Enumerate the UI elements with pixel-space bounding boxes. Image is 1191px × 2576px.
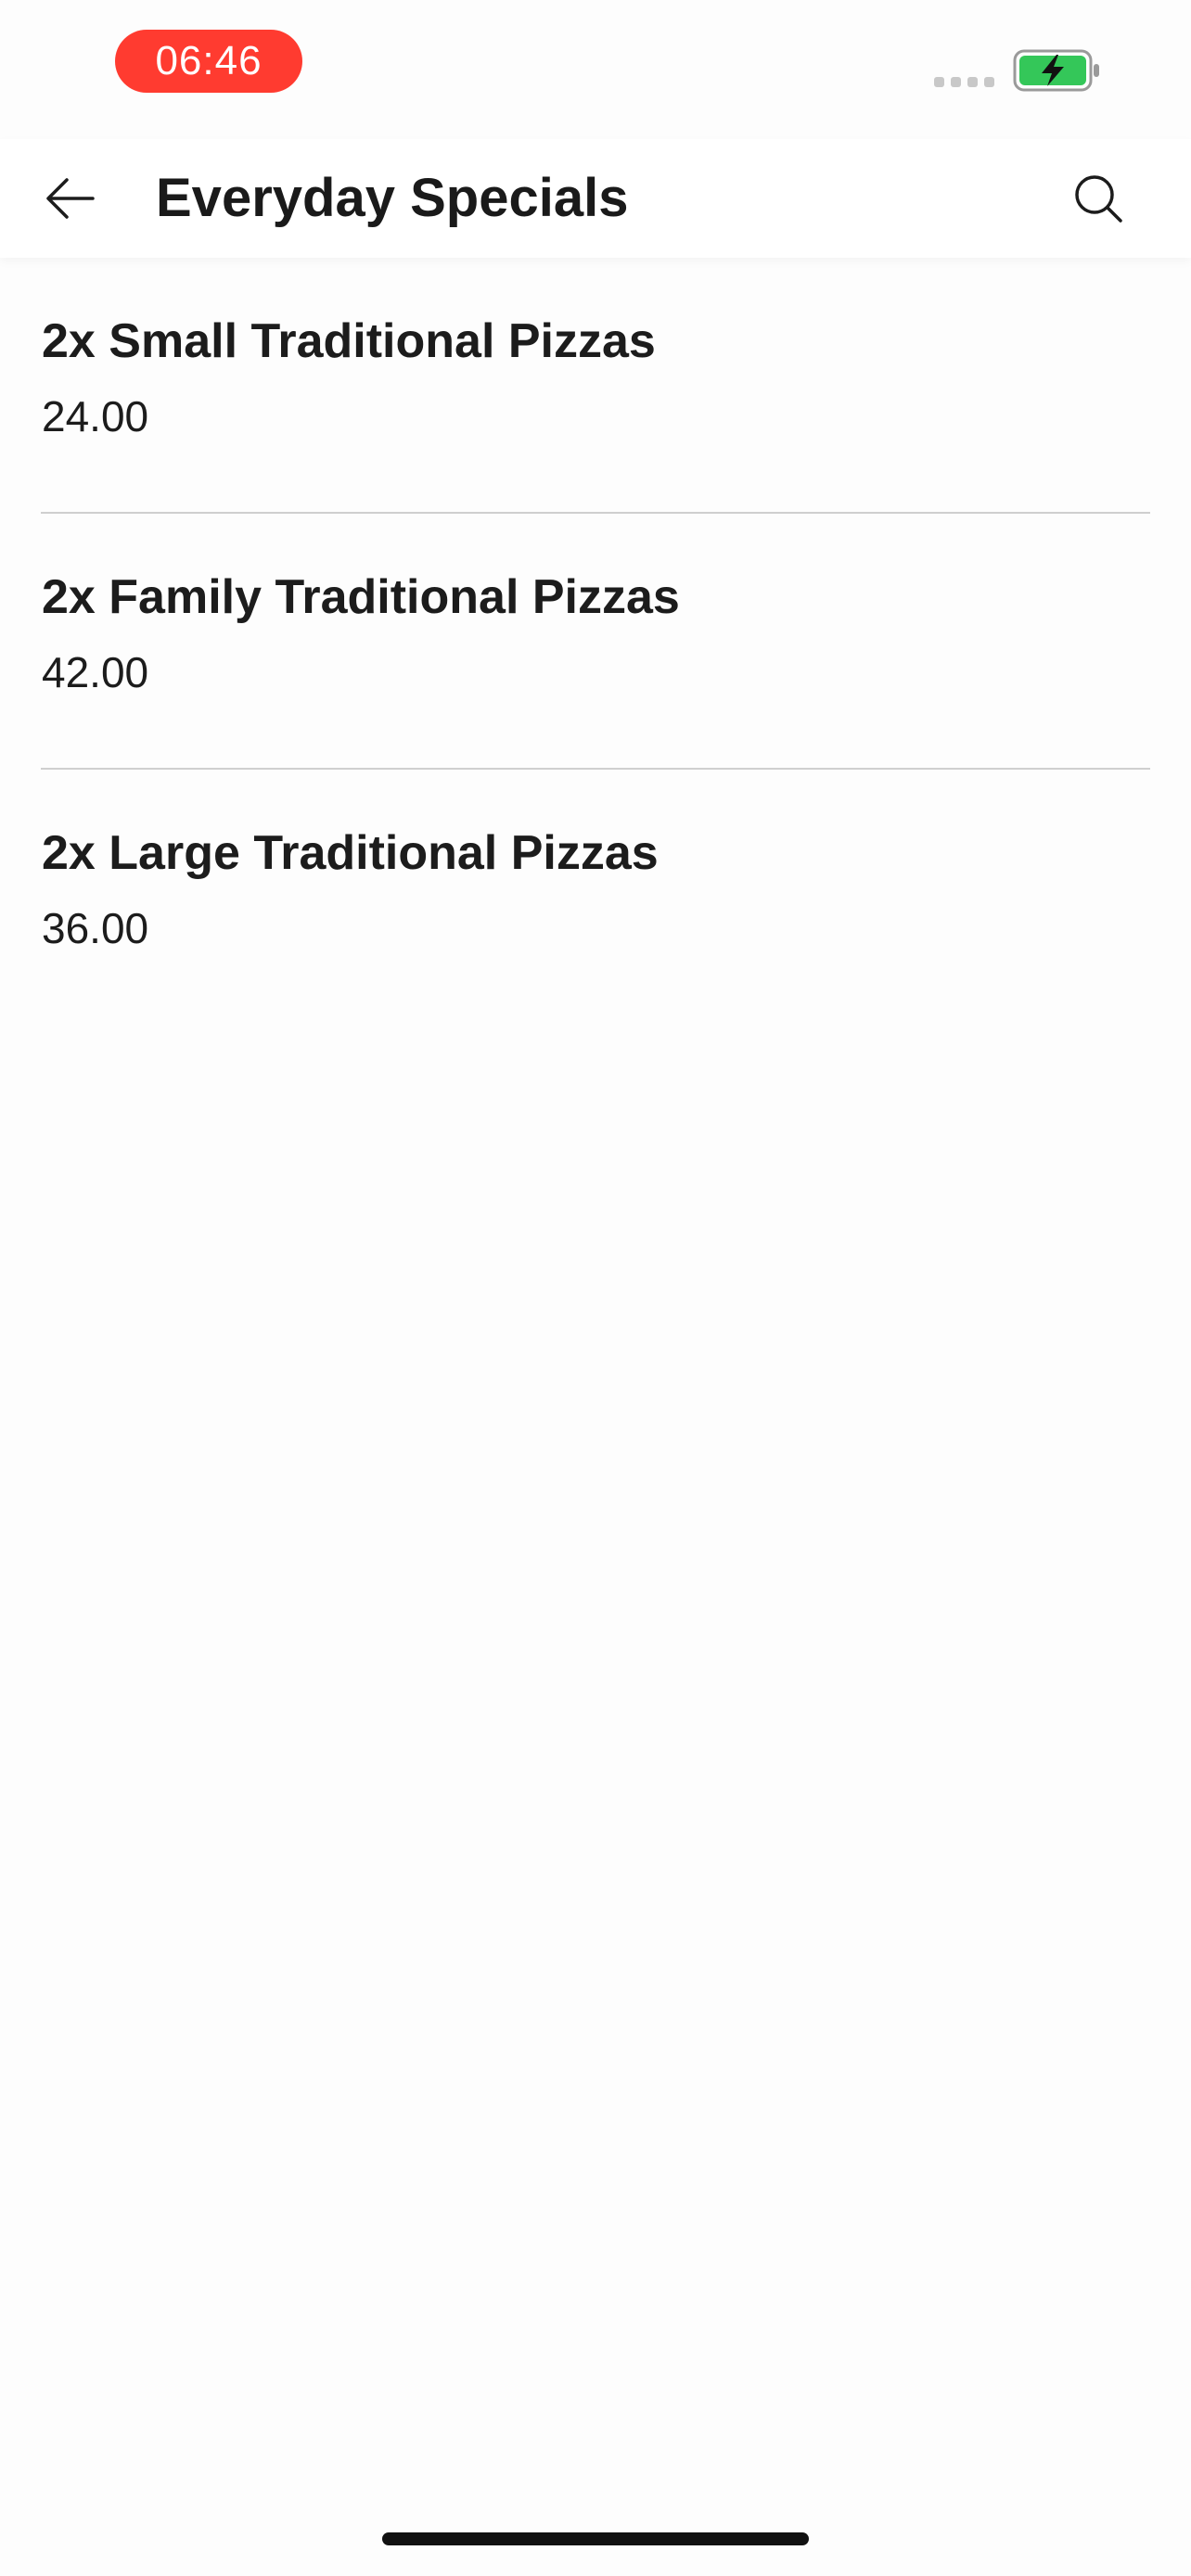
list-item[interactable]: 2x Small Traditional Pizzas 24.00 bbox=[0, 258, 1191, 514]
cellular-signal-icon bbox=[934, 77, 994, 87]
search-icon bbox=[1075, 175, 1122, 223]
app-header: Everyday Specials bbox=[0, 139, 1191, 258]
page-title: Everyday Specials bbox=[156, 168, 629, 228]
battery-charging-icon bbox=[1013, 49, 1099, 92]
search-button[interactable] bbox=[1061, 161, 1135, 236]
item-name: 2x Small Traditional Pizzas bbox=[42, 314, 656, 368]
list-item[interactable]: 2x Family Traditional Pizzas 42.00 bbox=[0, 514, 1191, 770]
specials-list: 2x Small Traditional Pizzas 24.00 2x Fam… bbox=[0, 258, 1191, 1026]
home-indicator[interactable] bbox=[382, 2532, 809, 2545]
item-name: 2x Family Traditional Pizzas bbox=[42, 570, 680, 624]
status-bar: 06:46 bbox=[0, 0, 1191, 139]
arrow-left-icon bbox=[46, 178, 95, 219]
list-item[interactable]: 2x Large Traditional Pizzas 36.00 bbox=[0, 770, 1191, 1026]
item-price: 24.00 bbox=[42, 392, 149, 440]
item-price: 42.00 bbox=[42, 648, 149, 696]
item-price: 36.00 bbox=[42, 904, 149, 952]
item-name: 2x Large Traditional Pizzas bbox=[42, 826, 659, 880]
back-button[interactable] bbox=[33, 161, 108, 236]
status-time: 06:46 bbox=[115, 30, 302, 93]
